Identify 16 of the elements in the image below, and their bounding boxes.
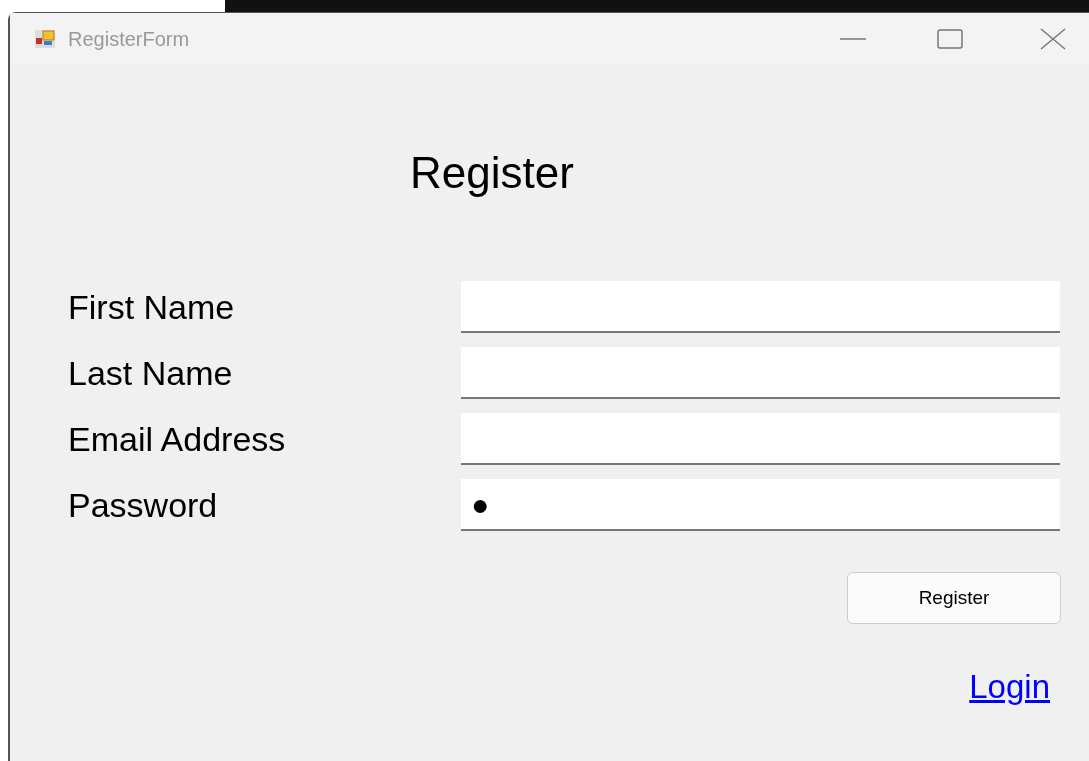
- input-field[interactable]: [461, 413, 1060, 465]
- minimize-icon[interactable]: [840, 37, 866, 41]
- maximize-icon[interactable]: [937, 29, 963, 49]
- close-icon[interactable]: [1040, 28, 1066, 50]
- input-field[interactable]: ●: [461, 479, 1060, 531]
- field-label: First Name: [68, 286, 236, 328]
- form-heading: Register: [410, 147, 574, 199]
- field-label: Email Address: [68, 418, 287, 460]
- input-field[interactable]: [461, 347, 1060, 399]
- window-title: RegisterForm: [68, 27, 190, 52]
- field-label: Password: [68, 484, 219, 526]
- login-link[interactable]: Login: [969, 662, 1050, 712]
- field-label: Last Name: [68, 352, 234, 394]
- input-field[interactable]: [461, 281, 1060, 333]
- app-icon: [34, 29, 56, 49]
- register-button[interactable]: Register: [847, 572, 1061, 624]
